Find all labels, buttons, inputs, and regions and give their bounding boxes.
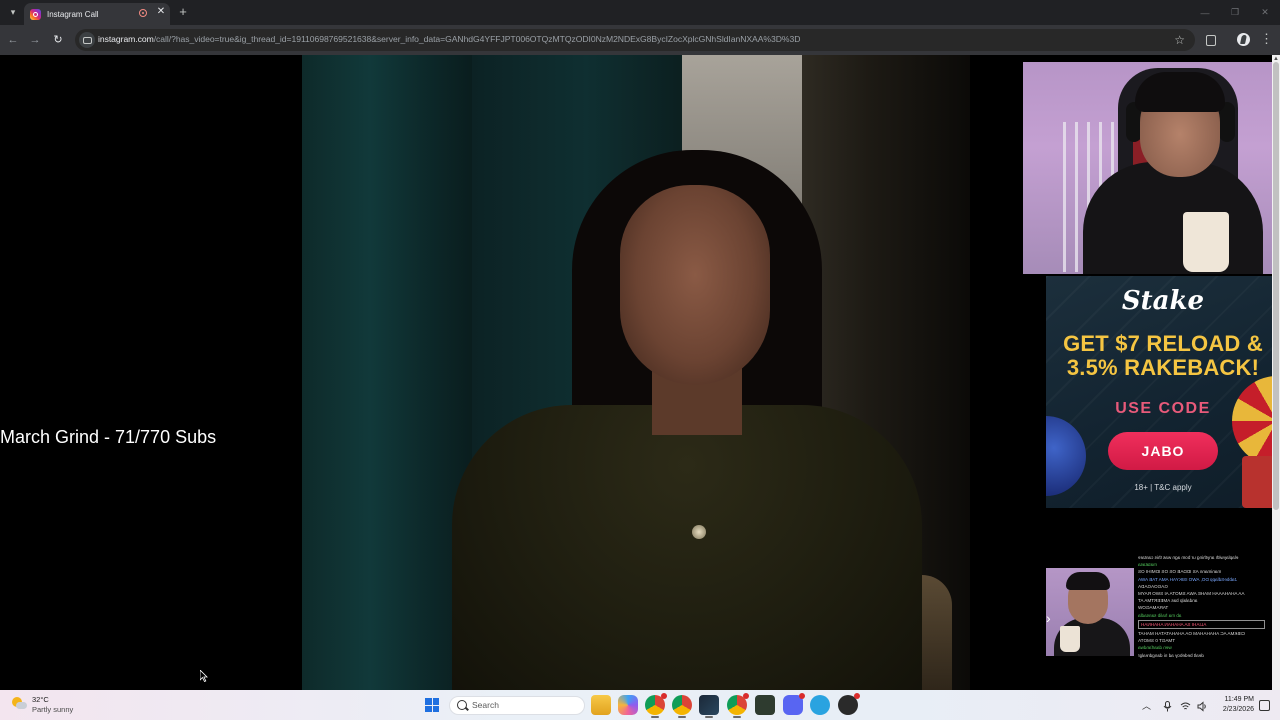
profile-icon[interactable] (1237, 33, 1250, 46)
mirrored-preview: › (1046, 568, 1134, 656)
notification-icon[interactable] (1259, 700, 1270, 711)
reload-icon[interactable]: ↻ (51, 32, 65, 48)
recorder-icon[interactable] (838, 693, 860, 715)
show-hidden-icons[interactable]: ︿ (1142, 699, 1151, 712)
tab-strip: ▾ Instagram Call ✕ + — ❐ ✕ (0, 0, 1280, 25)
address-bar[interactable]: instagram.com/call/?has_video=true&ig_th… (75, 29, 1195, 51)
taskbar-search-input[interactable]: Search (449, 696, 585, 715)
weather-condition[interactable]: Partly sunny (32, 705, 73, 714)
microphone-icon[interactable] (1162, 699, 1173, 712)
url-host: instagram.com (98, 34, 154, 44)
close-icon[interactable]: ✕ (155, 6, 167, 18)
site-info-icon[interactable] (79, 32, 95, 48)
chat-line: wen daarfandwa (1138, 645, 1172, 651)
tab-instagram-call[interactable]: Instagram Call ✕ (24, 3, 170, 25)
streamer-webcam (1023, 62, 1280, 274)
copilot-icon[interactable] (618, 695, 638, 715)
chat-line: ALIAHI SA AHAHAN AHAHNAH (1138, 619, 1265, 630)
telegram-icon[interactable] (810, 695, 830, 715)
tab-search-icon[interactable]: ▾ (4, 4, 22, 21)
scroll-thumb[interactable] (1273, 62, 1279, 510)
wifi-icon[interactable] (1180, 699, 1191, 710)
maximize-icon[interactable]: ❐ (1220, 0, 1250, 25)
mirrored-chat: elaplaywith anything ur bom agn was this… (1136, 554, 1267, 680)
search-placeholder: Search (472, 700, 499, 710)
chat-line: andalalp bas AMEERTMA AT (1138, 598, 1198, 604)
chat-line: dealt bedeboy ad ni dangdrealgr (1138, 652, 1204, 658)
ad-headline-line2: 3.5% RAKEBACK! (1066, 355, 1260, 380)
minimize-icon[interactable]: — (1190, 0, 1220, 25)
chevron-right-icon: › (1046, 610, 1051, 626)
search-icon (457, 700, 467, 710)
ad-use-code-label: USE CODE (1115, 400, 1211, 417)
weather-icon[interactable] (12, 697, 27, 711)
chat-line: TARAMAGOW (1138, 605, 1169, 611)
scroll-up-icon[interactable]: ▲ (1272, 55, 1280, 63)
url-path: /call/?has_video=true&ig_thread_id=19110… (153, 34, 801, 44)
windows-start-icon[interactable] (425, 698, 439, 712)
extensions-icon[interactable] (1203, 32, 1219, 48)
chat-line: CIBKMA AC AHAHAHAM OA AHAHATATAH MAHAT (1138, 631, 1246, 637)
menu-icon[interactable]: ⋮ (1260, 31, 1273, 47)
recording-icon (139, 9, 147, 17)
bookmark-star-icon[interactable]: ☆ (1174, 32, 1185, 48)
chrome-icon[interactable] (672, 695, 692, 718)
ad-headline: GET $7 RELOAD & 3.5% RAKEBACK! (1046, 332, 1280, 380)
chat-line: ab ma halib sansadla (1138, 612, 1182, 618)
sponsor-ad: Stake GET $7 RELOAD & 3.5% RAKEBACK! USE… (1046, 276, 1280, 508)
chat-line: elaplaywith anything ur bom agn was this… (1138, 555, 1239, 560)
chat-line: matatasa (1138, 562, 1157, 568)
chat-line: AA AHAHAAAH MAHE AWA SMOTA AI SWO RAYM (1138, 591, 1245, 597)
weather-temperature[interactable]: 32°C (32, 695, 49, 704)
chat-line: GAGOAGADA (1138, 583, 1168, 589)
browser-toolbar: ← → ↻ instagram.com/call/?has_video=true… (0, 25, 1280, 55)
sub-goal-overlay: March Grind - 71/770 Subs (0, 427, 217, 447)
steam-icon[interactable] (699, 695, 719, 718)
chat-line: manimann AS IDDAB OS OS IDMIHI OS (1138, 569, 1222, 575)
window-close-icon[interactable]: ✕ (1250, 0, 1280, 25)
clock-date[interactable]: 2/23/2026 (1212, 706, 1254, 713)
chrome-icon[interactable] (727, 693, 749, 718)
taskbar: 32°C Partly sunny (0, 690, 1280, 720)
back-icon[interactable]: ← (6, 32, 20, 48)
chat-line: JabbeSdlapp DO, AWO ISIKYAH AMA TAB AWA (1138, 576, 1237, 582)
chrome-icon[interactable] (645, 693, 667, 718)
discord-icon[interactable] (783, 693, 805, 715)
window-controls: — ❐ ✕ (1190, 0, 1280, 25)
new-tab-icon[interactable]: + (176, 4, 190, 20)
speaker-icon[interactable] (1197, 699, 1208, 712)
url-text[interactable]: instagram.com/call/?has_video=true&ig_th… (98, 34, 800, 44)
chat-line: TMAGT 0 SMOTA (1138, 638, 1176, 644)
ad-code-badge: JABO (1108, 432, 1218, 470)
clock-time[interactable]: 11:49 PM (1222, 696, 1254, 703)
tab-title: Instagram Call (47, 9, 99, 19)
ad-headline-line1: GET $7 RELOAD & (1063, 331, 1263, 356)
instagram-icon (30, 8, 41, 20)
ad-fine-print: 18+ | T&C apply (1134, 483, 1192, 492)
file-explorer-icon[interactable] (591, 695, 611, 715)
ad-logo: Stake (1121, 286, 1205, 316)
forward-icon[interactable]: → (28, 32, 42, 48)
discord-bot-icon[interactable] (755, 695, 775, 715)
remote-video-feed (302, 55, 970, 690)
